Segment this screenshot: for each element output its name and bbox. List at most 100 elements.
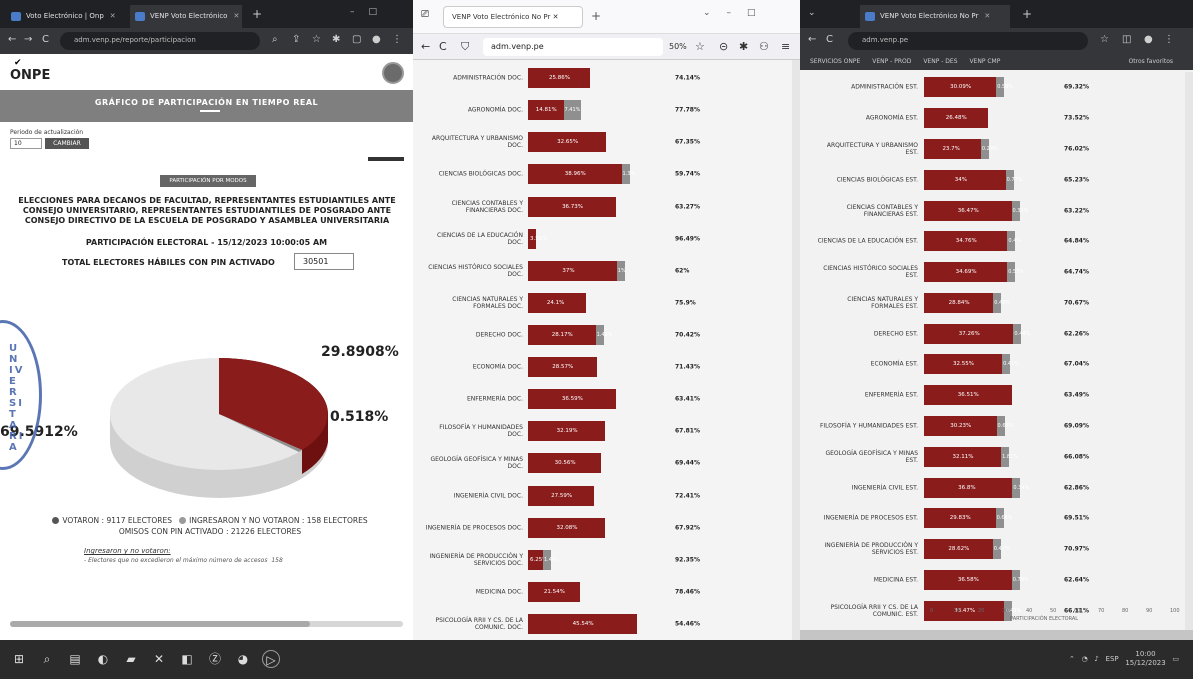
address-bar[interactable]: adm.venp.pe/reporte/participacion xyxy=(60,32,260,50)
bar-value-omisos: 74.14% xyxy=(675,74,700,82)
menu-icon[interactable]: ≡ xyxy=(781,40,790,53)
close-icon[interactable]: ✕ xyxy=(110,12,116,20)
new-tab-icon[interactable]: + xyxy=(252,7,262,21)
notifications-icon[interactable]: ▭ xyxy=(1172,655,1179,663)
bookmark-venp-cmp[interactable]: VENP CMP xyxy=(969,58,1000,65)
participacion-modos-button[interactable]: PARTICIPACIÓN POR MODOS xyxy=(160,175,256,187)
back-icon[interactable]: ← xyxy=(808,34,816,45)
bar-value-votaron: 32.55% xyxy=(953,361,975,368)
periodo-select[interactable]: 10 xyxy=(10,138,42,149)
back-icon[interactable]: ← xyxy=(421,40,430,53)
bar-value-ingresaron: 0.28% xyxy=(981,145,998,152)
bar-value-votaron: 27.59% xyxy=(551,492,573,499)
explorer-icon[interactable]: ▰ xyxy=(122,650,140,668)
task-view-icon[interactable]: ▤ xyxy=(66,650,84,668)
chrome-icon[interactable]: ◕ xyxy=(234,650,252,668)
horizontal-scrollbar[interactable] xyxy=(800,630,1193,640)
bar-value-votaron: 36.59% xyxy=(561,396,583,403)
media-icon[interactable]: ▷ xyxy=(262,650,280,668)
back-icon[interactable]: ← xyxy=(8,34,16,45)
zoom-level[interactable]: 50% xyxy=(669,42,687,51)
address-bar[interactable]: adm.venp.pe xyxy=(848,32,1088,50)
bar-value-omisos: 70.42% xyxy=(675,331,700,339)
vertical-scrollbar[interactable] xyxy=(1185,72,1193,640)
extension-icon[interactable]: ✱ xyxy=(739,40,748,53)
window-controls[interactable]: –□ xyxy=(350,7,391,17)
pocket-icon[interactable]: ⊝ xyxy=(719,40,728,53)
scrollbar-thumb[interactable] xyxy=(10,621,310,627)
bar-value-votaron: 28.62% xyxy=(948,546,970,553)
address-bar[interactable]: adm.venp.pe xyxy=(483,38,663,56)
bookmark-servicios-onpe[interactable]: SERVICIOS ONPE xyxy=(810,58,860,65)
bookmark-venp-prod[interactable]: VENP - PROD xyxy=(872,58,911,65)
outlook-icon[interactable]: ◧ xyxy=(178,650,196,668)
bookmark-venp-des[interactable]: VENP - DES xyxy=(923,58,957,65)
search-icon[interactable]: ⌕ xyxy=(272,34,278,45)
tab-search-icon[interactable]: ⌄ xyxy=(808,8,816,18)
bar-value-omisos: 62% xyxy=(675,267,690,275)
reload-icon[interactable]: C xyxy=(439,40,447,53)
language-indicator[interactable]: ESP xyxy=(1106,655,1119,663)
close-icon[interactable]: ✕ xyxy=(233,12,239,20)
browser-window-right: ⌄ VENP Voto Electrónico No Pr ✕ + ← C adm… xyxy=(800,0,1193,640)
profile-icon[interactable]: ● xyxy=(372,34,381,45)
chart-row: ENFERMERÍA DOC. 36.59% 63.41% xyxy=(413,389,800,410)
new-tab-icon[interactable]: + xyxy=(1022,7,1032,21)
share-icon[interactable]: ⇪ xyxy=(292,34,300,45)
excel-icon[interactable]: ✕ xyxy=(150,650,168,668)
bar-value-votaron: 26.48% xyxy=(945,115,967,122)
shield-icon[interactable]: ⛉ xyxy=(461,40,469,54)
bar-value-ingresaron: 1.3% xyxy=(622,171,636,178)
edge-icon[interactable]: ◐ xyxy=(94,650,112,668)
tray-up-icon[interactable]: ⌃ xyxy=(1069,655,1075,663)
start-icon[interactable]: ⊞ xyxy=(10,650,28,668)
menu-icon[interactable]: ⋮ xyxy=(1164,34,1174,45)
reload-icon[interactable]: C xyxy=(826,34,833,45)
star-icon[interactable]: ☆ xyxy=(1100,34,1109,45)
new-tab-icon[interactable]: + xyxy=(591,9,601,23)
reload-icon[interactable]: C xyxy=(42,34,49,45)
volume-icon[interactable]: ♪ xyxy=(1094,655,1098,663)
close-icon[interactable]: ✕ xyxy=(553,13,559,21)
window-controls[interactable]: ⌄–□ xyxy=(703,8,772,18)
horizontal-scrollbar[interactable] xyxy=(10,621,403,627)
tab-list-icon[interactable]: ⎚ xyxy=(421,9,429,20)
chart-row: ECONOMÍA DOC. 28.57% 71.43% xyxy=(413,357,800,378)
tab-venp[interactable]: VENP Voto Electrónico No Pr ✕ xyxy=(860,5,1010,28)
menu-icon[interactable]: ⋮ xyxy=(392,34,402,45)
chart-row: INGENIERÍA DE PRODUCCIÓN Y SERVICIOS DOC… xyxy=(413,549,800,570)
vertical-scrollbar[interactable] xyxy=(792,60,800,640)
extension-icon[interactable]: ✱ xyxy=(332,34,340,45)
bookmark-otros-favoritos[interactable]: Otros favoritos xyxy=(1129,58,1173,65)
bar-value-omisos: 71.43% xyxy=(675,363,700,371)
x-axis-tick: 60 xyxy=(1074,608,1081,614)
redacted-link[interactable] xyxy=(368,157,404,161)
close-icon[interactable]: ✕ xyxy=(984,12,990,20)
bar-value-votaron: 38.96% xyxy=(564,171,586,178)
network-icon[interactable]: ◔ xyxy=(1082,655,1088,663)
chart-row: CIENCIAS NATURALES Y FORMALES DOC. 24.1% 7… xyxy=(413,292,800,313)
tab-venp[interactable]: VENP Voto Electrónico No Pr ✕ xyxy=(443,6,583,28)
x-axis: 0 10 20 30 40 50 60 70 80 90 100 PARTICIPACIÓN ELEC… xyxy=(930,608,1180,628)
bar-value-ingresaron: 1.41% xyxy=(596,331,613,338)
search-icon[interactable]: ⌕ xyxy=(38,650,56,668)
tab-strip: Voto Electrónico | Onp ✕ VENP Voto Electr… xyxy=(0,0,413,28)
app-icon[interactable]: Ⓩ xyxy=(206,650,224,668)
chart-row: FILOSOFÍA Y HUMANIDADES DOC. 32.19% 67.81% xyxy=(413,421,800,442)
clock[interactable]: 10:00 15/12/2023 xyxy=(1125,650,1165,668)
periodo-label: Periodo de actualización xyxy=(10,129,84,136)
tab-venp[interactable]: VENP Voto Electrónico ✕ xyxy=(130,5,242,28)
forward-icon[interactable]: → xyxy=(24,34,32,45)
bar-value-omisos: 70.97% xyxy=(1064,545,1089,553)
cambiar-button[interactable]: CAMBIAR xyxy=(45,138,89,149)
star-icon[interactable]: ☆ xyxy=(695,40,705,53)
extension-icon[interactable]: ◫ xyxy=(1122,34,1131,45)
sidebar-icon[interactable]: ▢ xyxy=(352,34,361,45)
chart-row: CIENCIAS DE LA EDUCACIÓN EST. 34.76% 0.4% 6… xyxy=(800,231,1193,252)
tab-voto-electronico[interactable]: Voto Electrónico | Onp ✕ xyxy=(6,5,126,28)
profile-icon[interactable]: ⚇ xyxy=(759,40,769,53)
x-axis-tick: 90 xyxy=(1146,608,1153,614)
row-label: CIENCIAS HISTÓRICO SOCIALES DOC. xyxy=(428,263,523,278)
star-icon[interactable]: ☆ xyxy=(312,34,321,45)
profile-icon[interactable]: ● xyxy=(1144,34,1153,45)
